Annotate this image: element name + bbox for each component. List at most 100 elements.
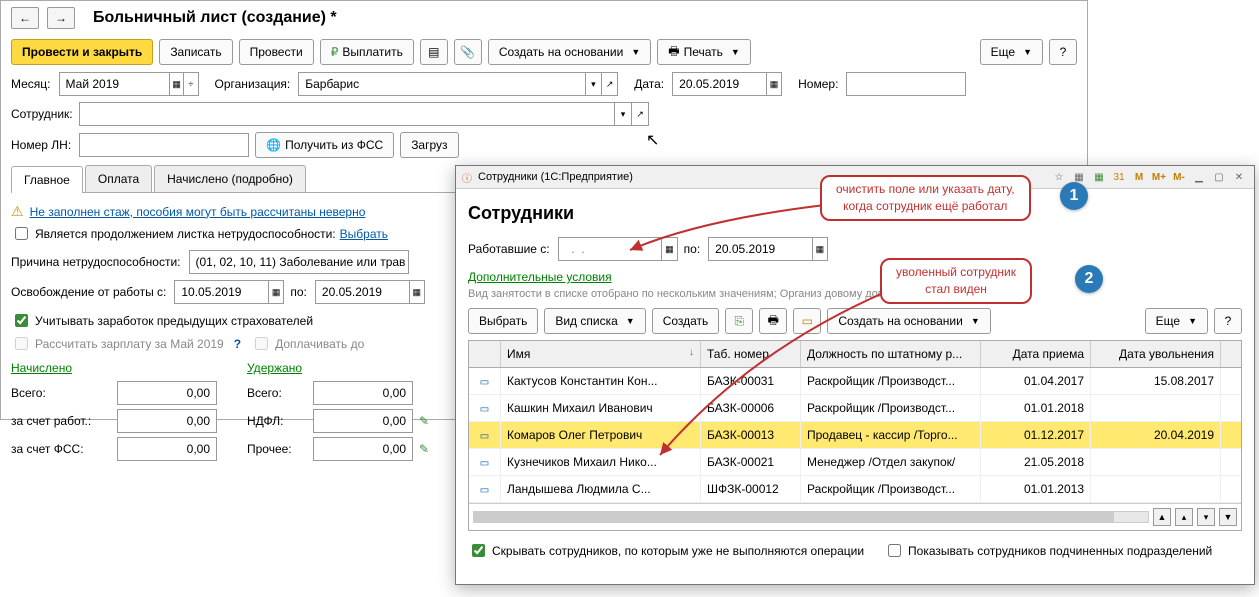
create-based-button[interactable]: Создать на основании▼ <box>488 39 651 65</box>
stepper-icon[interactable]: ÷ <box>183 73 197 95</box>
other-amount[interactable] <box>313 437 413 461</box>
total-withheld[interactable] <box>313 381 413 405</box>
withheld-header[interactable]: Удержано <box>247 361 429 375</box>
calendar-icon[interactable]: ▦ <box>812 238 828 260</box>
create-based-button[interactable]: Создать на основании▼ <box>827 308 990 334</box>
ndfl-amount[interactable] <box>313 409 413 433</box>
help-button[interactable]: ? <box>1049 39 1077 65</box>
m-icon[interactable]: M <box>1130 168 1148 186</box>
show-sub-checkbox[interactable] <box>888 544 901 557</box>
card-icon[interactable]: ▭ <box>793 308 821 334</box>
tab-pay[interactable]: Оплата <box>85 165 152 192</box>
close-icon[interactable]: ✕ <box>1230 168 1248 186</box>
help-button[interactable]: ? <box>1214 308 1242 334</box>
print-button[interactable]: 🖶 Печать▼ <box>657 39 751 65</box>
more-button[interactable]: Еще▼ <box>1145 308 1208 334</box>
calendar-icon[interactable]: ▦ <box>766 73 781 95</box>
attach-icon[interactable]: 📎 <box>454 39 482 65</box>
forward-button[interactable]: → <box>47 7 75 29</box>
report-icon[interactable]: ▤ <box>420 39 448 65</box>
release-to-input[interactable]: ▦ <box>315 280 425 304</box>
choose-button[interactable]: Выбрать <box>468 308 538 334</box>
badge-1: 1 <box>1060 182 1088 210</box>
release-from-input[interactable]: ▦ <box>174 280 284 304</box>
write-button[interactable]: Записать <box>159 39 232 65</box>
scroll-up-icon[interactable]: ▴ <box>1175 508 1193 526</box>
maximize-icon[interactable]: ▢ <box>1210 168 1228 186</box>
tab-calc[interactable]: Начислено (подробно) <box>154 165 306 192</box>
total-accrued[interactable] <box>117 381 217 405</box>
grid-header: Имя↓ Таб. номер Должность по штатному р.… <box>469 341 1241 368</box>
scroll-down-icon[interactable]: ▾ <box>1197 508 1215 526</box>
cell-tab: ШФЗК-00012 <box>701 476 801 502</box>
load-file-button[interactable]: Загруз <box>400 132 458 158</box>
calendar-icon[interactable]: ▦ <box>661 238 677 260</box>
col-tab[interactable]: Таб. номер <box>701 341 801 367</box>
calendar-icon[interactable]: 31 <box>1110 168 1128 186</box>
favorite-icon[interactable]: ☆ <box>1050 168 1068 186</box>
edit-icon[interactable]: ✎ <box>419 442 429 456</box>
col-name[interactable]: Имя↓ <box>501 341 701 367</box>
tab-main[interactable]: Главное <box>11 166 83 193</box>
employee-input[interactable]: ▾ ↗ <box>79 102 649 126</box>
submit-close-button[interactable]: Провести и закрыть <box>11 39 153 65</box>
calendar-icon[interactable]: ▦ <box>409 281 424 303</box>
hide-done-checkbox[interactable] <box>472 544 485 557</box>
calc-icon[interactable]: ▦ <box>1090 168 1108 186</box>
consider-checkbox[interactable] <box>15 314 28 327</box>
pay-button[interactable]: ₽Выплатить <box>320 39 414 65</box>
date-from-input[interactable]: ▦ <box>558 237 678 261</box>
ln-input[interactable] <box>79 133 249 157</box>
date-input[interactable]: ▦ <box>672 72 782 96</box>
warning-link[interactable]: Не заполнен стаж, пособия могут быть рас… <box>30 205 366 219</box>
reason-input[interactable] <box>189 250 409 274</box>
date-to-input[interactable]: ▦ <box>708 237 828 261</box>
scroll-bottom-icon[interactable]: ▼ <box>1219 508 1237 526</box>
copy-icon[interactable]: ⎘ <box>725 308 753 334</box>
cell-tab: БАЗК-00021 <box>701 449 801 475</box>
col-hired[interactable]: Дата приема <box>981 341 1091 367</box>
calendar-icon[interactable]: ▦ <box>268 281 283 303</box>
conditions-link[interactable]: Дополнительные условия <box>468 270 612 284</box>
table-row[interactable]: ▭Кузнечиков Михаил Нико...БАЗК-00021Мене… <box>469 449 1241 476</box>
fss-amount[interactable] <box>117 437 217 461</box>
table-row[interactable]: ▭Комаров Олег ПетровичБАЗК-00013Продавец… <box>469 422 1241 449</box>
dropdown-icon[interactable]: ▾ <box>614 103 631 125</box>
edit-icon[interactable]: ✎ <box>419 414 429 428</box>
back-button[interactable]: ← <box>11 7 39 29</box>
open-icon[interactable]: ↗ <box>601 73 617 95</box>
viewlist-button[interactable]: Вид списка▼ <box>544 308 645 334</box>
scroll-track[interactable] <box>473 511 1149 523</box>
filter-description: Вид занятости в списке отобрано по неско… <box>468 288 1242 300</box>
open-icon[interactable]: ↗ <box>631 103 648 125</box>
choose-link[interactable]: Выбрать <box>340 227 388 241</box>
calendar-icon[interactable]: ▦ <box>169 73 183 95</box>
table-row[interactable]: ▭Ландышева Людмила С...ШФЗК-00012Раскрой… <box>469 476 1241 503</box>
month-input[interactable]: ▦ ÷ <box>59 72 199 96</box>
mplus-icon[interactable]: M+ <box>1150 168 1168 186</box>
dropdown-icon[interactable]: ▾ <box>585 73 601 95</box>
more-button[interactable]: Еще▼ <box>980 39 1043 65</box>
table-row[interactable]: ▭Кактусов Константин Кон...БАЗК-00031Рас… <box>469 368 1241 395</box>
mminus-icon[interactable]: M- <box>1170 168 1188 186</box>
cell-fired <box>1091 395 1221 421</box>
continuation-checkbox[interactable] <box>15 227 28 240</box>
worked-from-label: Работавшие с: <box>468 242 550 256</box>
col-position[interactable]: Должность по штатному р... <box>801 341 981 367</box>
accrued-header[interactable]: Начислено <box>11 361 217 375</box>
create-button[interactable]: Создать <box>652 308 720 334</box>
org-input[interactable]: ▾ ↗ <box>298 72 618 96</box>
post-button[interactable]: Провести <box>239 39 314 65</box>
cell-name: Ландышева Людмила С... <box>501 476 701 502</box>
number-input[interactable] <box>846 72 966 96</box>
extrapay-checkbox <box>255 337 268 350</box>
help-icon[interactable]: ? <box>234 337 241 351</box>
employer-amount[interactable] <box>117 409 217 433</box>
table-row[interactable]: ▭Кашкин Михаил ИвановичБАЗК-00006Раскрой… <box>469 395 1241 422</box>
col-fired[interactable]: Дата увольнения <box>1091 341 1221 367</box>
print-icon[interactable]: 🖶 <box>759 308 787 334</box>
scroll-top-icon[interactable]: ▲ <box>1153 508 1171 526</box>
get-fss-button[interactable]: 🌐 Получить из ФСС <box>255 132 394 158</box>
minimize-icon[interactable]: ▁ <box>1190 168 1208 186</box>
cell-position: Менеджер /Отдел закупок/ <box>801 449 981 475</box>
